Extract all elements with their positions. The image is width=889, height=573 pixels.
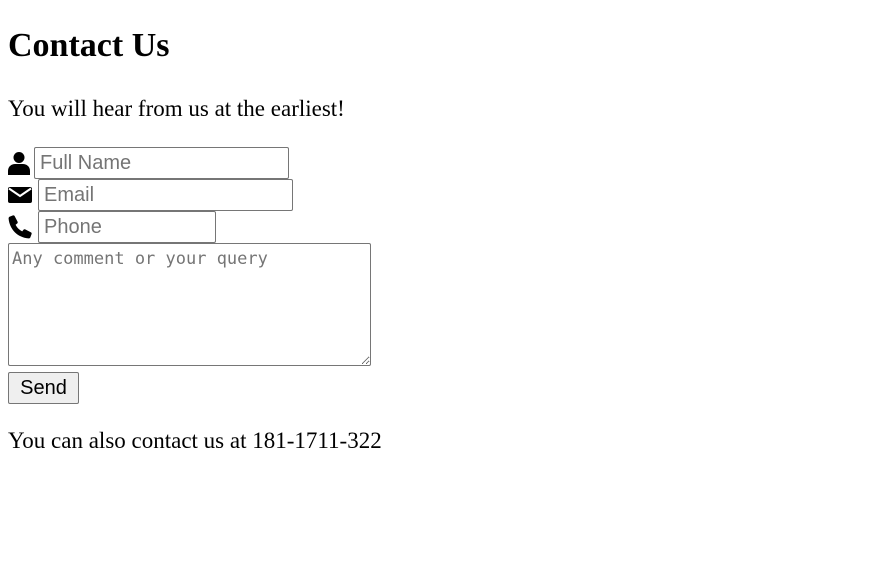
page-subtitle: You will hear from us at the earliest!	[8, 96, 345, 121]
envelope-icon	[8, 183, 32, 207]
email-input[interactable]	[38, 179, 293, 211]
phone-row	[8, 211, 216, 243]
phone-input[interactable]	[38, 211, 216, 243]
comment-textarea[interactable]	[8, 243, 371, 366]
user-icon	[8, 151, 30, 175]
page-title: Contact Us	[8, 27, 170, 64]
contact-page: Contact Us You will hear from us at the …	[0, 0, 889, 573]
contact-phone-text: You can also contact us at 181-1711-322	[8, 428, 382, 453]
phone-icon	[8, 215, 32, 239]
email-row	[8, 179, 293, 211]
name-row	[8, 147, 289, 179]
full-name-input[interactable]	[34, 147, 289, 179]
send-button[interactable]: Send	[8, 372, 79, 404]
